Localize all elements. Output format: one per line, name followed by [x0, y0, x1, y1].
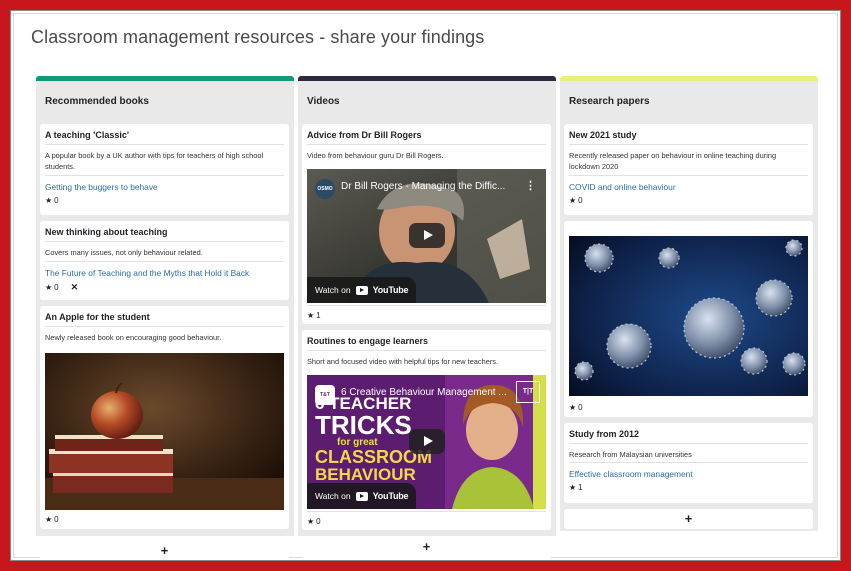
plus-icon[interactable]: +	[685, 511, 693, 526]
star-icon[interactable]: ★	[45, 196, 52, 205]
star-icon[interactable]: ★	[45, 515, 52, 524]
youtube-label: YouTube	[372, 285, 409, 295]
youtube-label: YouTube	[372, 491, 409, 501]
post-title: An Apple for the student	[45, 312, 150, 322]
divider	[307, 305, 546, 306]
post-card[interactable]: Study from 2012 Research from Malaysian …	[564, 423, 813, 503]
add-post-button[interactable]: +	[564, 509, 813, 529]
post-link[interactable]: The Future of Teaching and the Myths tha…	[40, 262, 289, 278]
rating-count: 0	[578, 403, 583, 412]
column-heading: Recommended books	[45, 96, 149, 107]
channel-avatar[interactable]: OSMO	[315, 179, 335, 199]
post-description: Recently released paper on behaviour in …	[569, 151, 777, 171]
thumb-line: BEHAVIOUR	[315, 465, 416, 484]
app-frame: Classroom management resources - share y…	[10, 10, 841, 561]
column-videos: Videos Advice from Dr Bill Rogers Video …	[298, 76, 556, 559]
youtube-icon	[355, 491, 368, 501]
divider	[307, 511, 546, 512]
play-icon[interactable]	[408, 223, 445, 248]
post-description: Research from Malaysian universities	[569, 450, 692, 459]
post-link[interactable]: Effective classroom management	[564, 463, 813, 479]
star-icon[interactable]: ★	[45, 283, 52, 292]
rating-count: 0	[54, 515, 59, 524]
post-card[interactable]: New thinking about teaching Covers many …	[40, 221, 289, 300]
post-description: Newly released book on encouraging good …	[45, 333, 222, 342]
rating-count: 0	[54, 283, 59, 292]
rating[interactable]: ★ 0	[40, 192, 289, 205]
post-description: Covers many issues, not only behaviour r…	[45, 248, 203, 257]
post-title: Study from 2012	[569, 429, 640, 439]
post-card[interactable]: New 2021 study Recently released paper o…	[564, 124, 813, 215]
rating[interactable]: ★ 0	[302, 513, 321, 526]
rating[interactable]: ★ 1	[302, 307, 321, 320]
video-embed[interactable]: OSMO Dr Bill Rogers - Managing the Diffi…	[307, 169, 546, 303]
post-card[interactable]: Advice from Dr Bill Rogers Video from be…	[302, 124, 551, 324]
youtube-icon	[355, 285, 368, 295]
column-heading: Research papers	[569, 96, 650, 107]
add-post-button[interactable]: +	[302, 537, 551, 559]
add-post-button[interactable]: +	[40, 541, 289, 560]
rating-count: 0	[54, 196, 59, 205]
page-title: Classroom management resources - share y…	[31, 27, 485, 47]
watch-on-youtube-button[interactable]: Watch on YouTube	[307, 483, 417, 509]
apple-books-image	[45, 353, 284, 510]
rating[interactable]: ★ 0	[564, 192, 813, 205]
virus-image	[569, 236, 808, 396]
post-card[interactable]: A teaching 'Classic' A popular book by a…	[40, 124, 289, 215]
post-title: Routines to engage learners	[307, 336, 429, 346]
post-title: Advice from Dr Bill Rogers	[307, 130, 422, 140]
rating-count: 1	[578, 483, 583, 492]
plus-icon[interactable]: +	[161, 543, 169, 558]
watch-on-youtube-button[interactable]: Watch on YouTube	[307, 277, 417, 303]
rating[interactable]: ★ 0	[40, 511, 59, 524]
post-link[interactable]: COVID and online behaviour	[564, 176, 813, 192]
rating[interactable]: ★ 0	[564, 399, 583, 412]
channel-badge: T|T	[516, 381, 540, 403]
column-heading: Videos	[307, 96, 340, 107]
post-link[interactable]: Getting the buggers to behave	[40, 176, 289, 192]
close-icon[interactable]: ✕	[71, 282, 79, 293]
post-description: Video from behaviour guru Dr Bill Rogers…	[307, 151, 444, 160]
post-card[interactable]: ★ 0	[564, 221, 813, 417]
post-description: Short and focused video with helpful tip…	[307, 357, 499, 366]
post-title: New 2021 study	[569, 130, 637, 140]
star-icon[interactable]: ★	[569, 483, 576, 492]
rating-count: 1	[316, 311, 321, 320]
column-recommended-books: Recommended books A teaching 'Classic' A…	[36, 76, 294, 560]
rating[interactable]: ★ 1	[564, 479, 813, 492]
column-research-papers: Research papers New 2021 study Recently …	[560, 76, 818, 531]
rating-count: 0	[316, 517, 321, 526]
rating[interactable]: ★ 0 ✕	[40, 278, 289, 293]
post-description: A popular book by a UK author with tips …	[45, 151, 264, 171]
post-title: A teaching 'Classic'	[45, 130, 129, 140]
post-card[interactable]: Routines to engage learners Short and fo…	[302, 330, 551, 530]
plus-icon[interactable]: +	[423, 539, 431, 554]
post-title: New thinking about teaching	[45, 227, 168, 237]
video-embed[interactable]: T&T 6 Creative Behaviour Management ... …	[307, 375, 546, 509]
watch-label: Watch on	[315, 285, 351, 295]
star-icon[interactable]: ★	[307, 311, 314, 320]
star-icon[interactable]: ★	[569, 403, 576, 412]
play-icon[interactable]	[408, 429, 445, 454]
post-card[interactable]: An Apple for the student Newly released …	[40, 306, 289, 529]
video-title[interactable]: Dr Bill Rogers - Managing the Diffic...	[341, 181, 526, 192]
more-vertical-icon[interactable]: ⋮	[525, 179, 536, 192]
rating-count: 0	[578, 196, 583, 205]
star-icon[interactable]: ★	[307, 517, 314, 526]
watch-label: Watch on	[315, 491, 351, 501]
star-icon[interactable]: ★	[569, 196, 576, 205]
